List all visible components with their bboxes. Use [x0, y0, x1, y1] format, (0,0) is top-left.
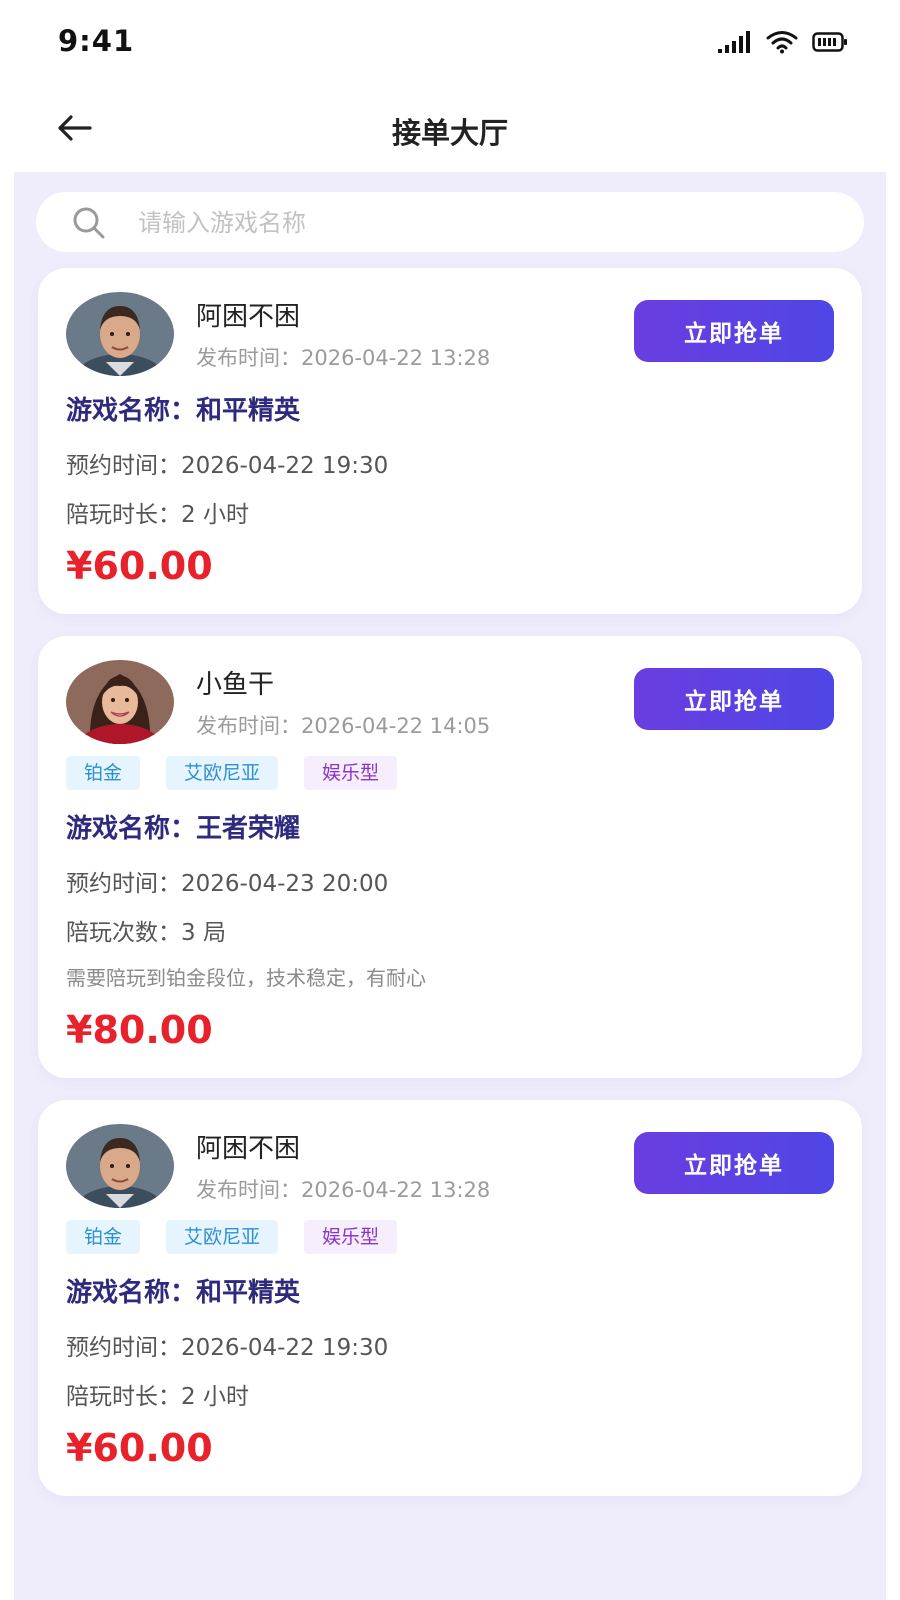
order-note: 需要陪玩到铂金段位，技术稳定，有耐心: [66, 966, 426, 990]
publish-time: 发布时间：2026-04-22 13:28: [196, 346, 491, 370]
user-name: 小鱼干: [196, 670, 275, 700]
style-tag: 娱乐型: [304, 756, 398, 790]
user-name: 阿困不困: [196, 1134, 301, 1164]
order-card[interactable]: 阿困不困 发布时间：2026-04-22 13:28 立即抢单 游戏名称：和平精…: [38, 268, 862, 614]
publish-time: 发布时间：2026-04-22 14:05: [196, 714, 491, 738]
tag-list: 铂金 艾欧尼亚 娱乐型: [66, 756, 398, 790]
order-price: ¥80.00: [66, 1008, 213, 1052]
publish-time: 发布时间：2026-04-22 13:28: [196, 1178, 491, 1202]
play-duration: 陪玩时长：2 小时: [66, 502, 249, 528]
user-name: 阿困不困: [196, 302, 301, 332]
wifi-icon: [766, 30, 798, 58]
order-price: ¥60.00: [66, 1426, 213, 1470]
order-price: ¥60.00: [66, 544, 213, 588]
rank-tag: 铂金: [66, 1220, 141, 1254]
order-card[interactable]: 小鱼干 发布时间：2026-04-22 14:05 立即抢单 铂金 艾欧尼亚 娱…: [38, 636, 862, 1078]
style-tag: 娱乐型: [304, 1220, 398, 1254]
play-duration: 陪玩时长：2 小时: [66, 1384, 249, 1410]
grab-order-button[interactable]: 立即抢单: [634, 668, 834, 730]
appointment-time: 预约时间：2026-04-22 19:30: [66, 1335, 389, 1361]
status-bar: 9:41: [0, 0, 900, 88]
status-icons: [718, 30, 848, 58]
appointment-time: 预约时间：2026-04-22 19:30: [66, 453, 389, 479]
appointment-time: 预约时间：2026-04-23 20:00: [66, 871, 389, 897]
avatar: [66, 660, 174, 744]
rank-tag: 铂金: [66, 756, 141, 790]
grab-order-button[interactable]: 立即抢单: [634, 300, 834, 362]
search-bar[interactable]: [36, 192, 864, 252]
play-count: 陪玩次数：3 局: [66, 920, 226, 946]
game-name: 游戏名称：和平精英: [66, 396, 301, 426]
order-card[interactable]: 阿困不困 发布时间：2026-04-22 13:28 立即抢单 铂金 艾欧尼亚 …: [38, 1100, 862, 1496]
avatar: [66, 1124, 174, 1208]
search-input[interactable]: [136, 200, 840, 246]
signal-icon: [718, 31, 752, 57]
region-tag: 艾欧尼亚: [166, 1220, 279, 1254]
order-hall-content: 阿困不困 发布时间：2026-04-22 13:28 立即抢单 游戏名称：和平精…: [14, 172, 886, 1600]
tag-list: 铂金 艾欧尼亚 娱乐型: [66, 1220, 398, 1254]
game-name: 游戏名称：王者荣耀: [66, 814, 301, 844]
battery-icon: [812, 32, 848, 56]
region-tag: 艾欧尼亚: [166, 756, 279, 790]
page-title: 接单大厅: [391, 116, 508, 150]
search-icon: [72, 206, 106, 240]
game-name: 游戏名称：和平精英: [66, 1278, 301, 1308]
grab-order-button[interactable]: 立即抢单: [634, 1132, 834, 1194]
avatar: [66, 292, 174, 376]
status-time: 9:41: [58, 24, 135, 58]
nav-bar: 接单大厅: [0, 88, 900, 172]
